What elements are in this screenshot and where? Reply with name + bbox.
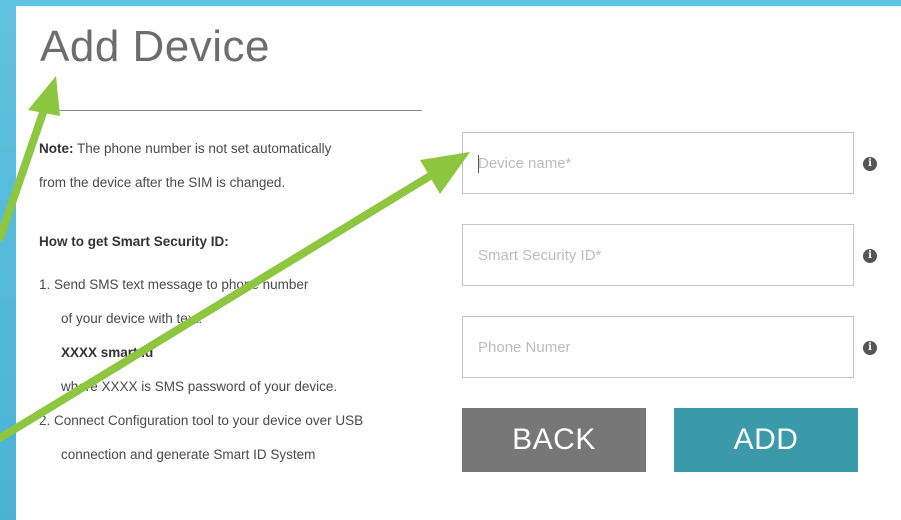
howto-steps: 1. Send SMS text message to phone number… <box>39 268 439 472</box>
device-name-field[interactable] <box>462 132 854 194</box>
phone-number-field[interactable] <box>462 316 854 378</box>
howto-step-line: connection and generate Smart ID System <box>61 447 316 462</box>
howto-step-code: XXXX smart id <box>61 345 154 360</box>
back-button[interactable]: BACK <box>462 408 646 472</box>
howto-step-line: of your device with text: <box>61 311 203 326</box>
info-icon[interactable]: i <box>863 341 877 355</box>
add-device-panel: Add Device Note: The phone number is not… <box>16 6 901 520</box>
smart-security-id-input[interactable] <box>463 225 853 285</box>
title-divider <box>40 110 422 111</box>
smart-security-id-field[interactable] <box>462 224 854 286</box>
note-line-2: from the device after the SIM is changed… <box>39 175 286 190</box>
howto-step-line: where XXXX is SMS password of your devic… <box>61 379 338 394</box>
note-text: Note: The phone number is not set automa… <box>39 132 419 200</box>
add-button[interactable]: ADD <box>674 408 858 472</box>
info-icon[interactable]: i <box>863 157 877 171</box>
phone-number-input[interactable] <box>463 317 853 377</box>
device-name-input[interactable] <box>463 133 853 193</box>
text-cursor <box>478 155 479 173</box>
note-label: Note: <box>39 141 74 156</box>
howto-title: How to get Smart Security ID: <box>39 234 229 249</box>
howto-step-line: 1. Send SMS text message to phone number <box>39 277 309 292</box>
howto-step-line: 2. Connect Configuration tool to your de… <box>39 413 364 428</box>
info-icon[interactable]: i <box>863 249 877 263</box>
page-title: Add Device <box>40 22 271 71</box>
note-line-1: The phone number is not set automaticall… <box>73 141 332 156</box>
